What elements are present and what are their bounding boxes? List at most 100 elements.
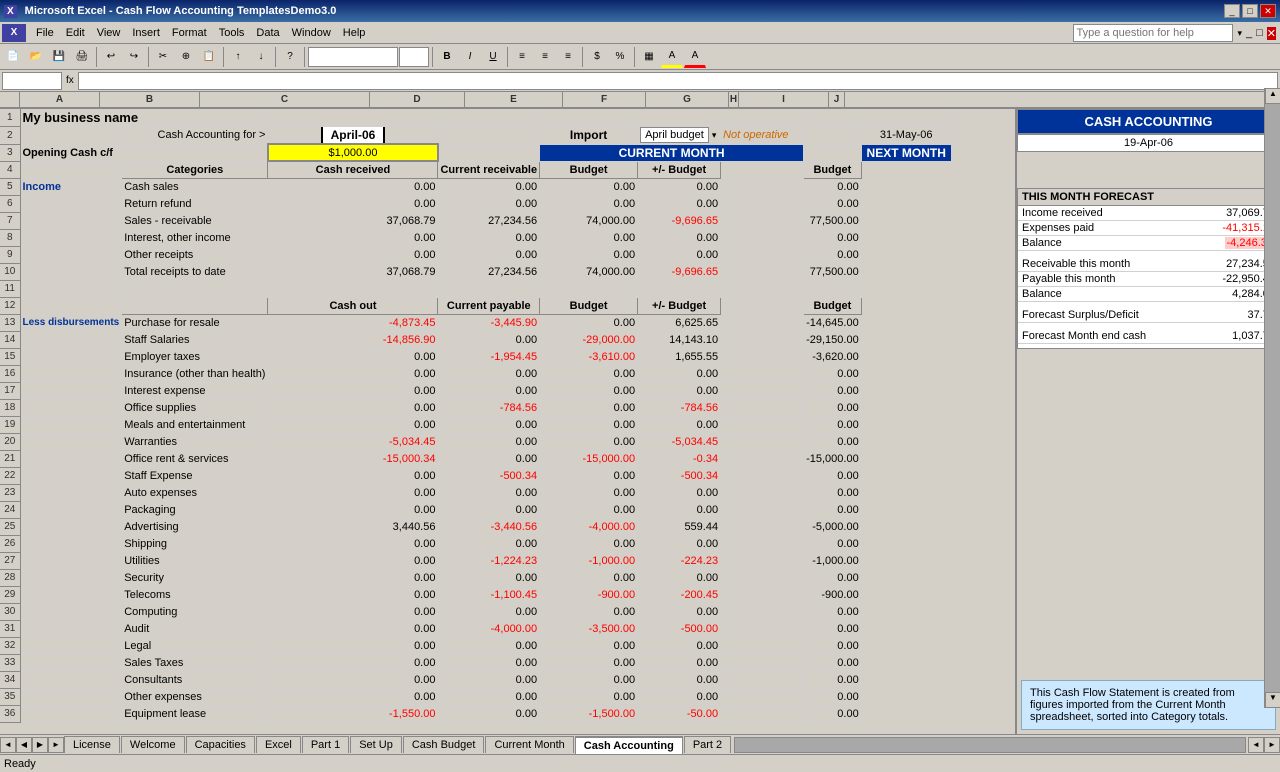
copy-btn[interactable]: ⊕ bbox=[175, 46, 197, 68]
income-label: Income bbox=[20, 178, 122, 195]
underline-btn[interactable]: U bbox=[482, 46, 504, 68]
app-min[interactable]: _ bbox=[1246, 27, 1252, 39]
opening-cash-label: Opening Cash c/f bbox=[20, 144, 268, 161]
opening-cash-value[interactable]: $1,000.00 bbox=[268, 144, 438, 161]
tab-license[interactable]: License bbox=[64, 736, 120, 753]
tab-scroll-right[interactable]: ► bbox=[48, 737, 64, 753]
align-left[interactable]: ≡ bbox=[511, 46, 533, 68]
window-title: Microsoft Excel - Cash Flow Accounting T… bbox=[25, 5, 337, 17]
row-1: 1 bbox=[0, 109, 20, 127]
help-btn[interactable]: ? bbox=[279, 46, 301, 68]
menu-window[interactable]: Window bbox=[286, 25, 337, 41]
col-d[interactable]: D bbox=[370, 92, 465, 107]
next-month-title: NEXT MONTH bbox=[861, 144, 951, 161]
app-close[interactable]: ✕ bbox=[1267, 27, 1276, 40]
percent-btn[interactable]: % bbox=[609, 46, 631, 68]
forecast-label-recv: Receivable this month bbox=[1022, 258, 1130, 270]
scroll-down-btn[interactable]: ▼ bbox=[1265, 692, 1280, 708]
close-button[interactable]: ✕ bbox=[1260, 4, 1276, 18]
font-size-selector[interactable]: 10 bbox=[399, 47, 429, 67]
app-icon: X bbox=[2, 24, 26, 42]
col-cash-received: Cash received bbox=[268, 161, 438, 178]
forecast-label-surplus: Forecast Surplus/Deficit bbox=[1022, 309, 1139, 321]
scroll-track-v[interactable] bbox=[1265, 109, 1280, 692]
col-next-budget: Budget bbox=[804, 161, 862, 178]
tab-currentmonth[interactable]: Current Month bbox=[485, 736, 573, 753]
h-scroll-track[interactable] bbox=[734, 737, 1246, 753]
cash-accounting-date: 19-Apr-06 bbox=[1017, 134, 1280, 152]
tab-part1[interactable]: Part 1 bbox=[302, 736, 349, 753]
row-4: 4 bbox=[0, 161, 20, 178]
h-scroll-left[interactable]: ◄ bbox=[1248, 737, 1264, 753]
font-color-btn[interactable]: A bbox=[684, 46, 706, 68]
cut-btn[interactable]: ✂ bbox=[152, 46, 174, 68]
new-btn[interactable]: 📄 bbox=[2, 46, 24, 68]
tab-cashbudget[interactable]: Cash Budget bbox=[403, 736, 485, 753]
import-arrow[interactable]: ▾ bbox=[712, 130, 717, 140]
italic-btn[interactable]: I bbox=[459, 46, 481, 68]
save-btn[interactable]: 💾 bbox=[48, 46, 70, 68]
col-a[interactable]: A bbox=[20, 92, 100, 107]
col-c[interactable]: C bbox=[200, 92, 370, 107]
tab-setup[interactable]: Set Up bbox=[350, 736, 402, 753]
disb-label: Less disbursements bbox=[20, 314, 122, 331]
col-b[interactable]: B bbox=[100, 92, 200, 107]
tab-cashaccounting[interactable]: Cash Accounting bbox=[575, 736, 683, 754]
align-right[interactable]: ≡ bbox=[557, 46, 579, 68]
col-categories: Categories bbox=[122, 161, 268, 178]
forecast-row-2: Expenses paid -41,315.14 bbox=[1018, 221, 1279, 236]
tab-scroll-right2[interactable]: ▶ bbox=[32, 737, 48, 753]
menu-bar: X File Edit View Insert Format Tools Dat… bbox=[0, 22, 1280, 44]
h-scroll-right[interactable]: ► bbox=[1264, 737, 1280, 753]
menu-edit[interactable]: Edit bbox=[60, 25, 91, 41]
help-input[interactable] bbox=[1073, 24, 1233, 42]
print-btn[interactable]: 🖨 bbox=[71, 46, 93, 68]
open-btn[interactable]: 📂 bbox=[25, 46, 47, 68]
undo-btn[interactable]: ↩ bbox=[100, 46, 122, 68]
status-bar: Ready bbox=[0, 754, 1280, 772]
status-text: Ready bbox=[4, 758, 36, 770]
help-arrow[interactable]: ▾ bbox=[1237, 28, 1242, 39]
month-value[interactable]: April-06 bbox=[321, 127, 386, 145]
business-name[interactable]: My business name bbox=[20, 109, 268, 127]
redo-btn[interactable]: ↪ bbox=[123, 46, 145, 68]
tab-scroll-left2[interactable]: ◀ bbox=[16, 737, 32, 753]
fill-color-btn[interactable]: A bbox=[661, 46, 683, 68]
menu-file[interactable]: File bbox=[30, 25, 60, 41]
menu-insert[interactable]: Insert bbox=[126, 25, 166, 41]
col-curr-receivable: Current receivable bbox=[438, 161, 540, 178]
col-g[interactable]: G bbox=[646, 92, 729, 107]
borders-btn[interactable]: ▦ bbox=[638, 46, 660, 68]
forecast-row-3: Balance -4,246.35 bbox=[1018, 236, 1279, 251]
menu-tools[interactable]: Tools bbox=[213, 25, 251, 41]
sort-desc[interactable]: ↓ bbox=[250, 46, 272, 68]
tab-excel[interactable]: Excel bbox=[256, 736, 301, 753]
currency-btn[interactable]: $ bbox=[586, 46, 608, 68]
menu-data[interactable]: Data bbox=[250, 25, 285, 41]
menu-view[interactable]: View bbox=[91, 25, 127, 41]
paste-btn[interactable]: 📋 bbox=[198, 46, 220, 68]
tab-part2[interactable]: Part 2 bbox=[684, 736, 731, 753]
align-center[interactable]: ≡ bbox=[534, 46, 556, 68]
bold-btn[interactable]: B bbox=[436, 46, 458, 68]
sort-asc[interactable]: ↑ bbox=[227, 46, 249, 68]
col-e[interactable]: E bbox=[465, 92, 563, 107]
col-i[interactable]: I bbox=[739, 92, 829, 107]
col-f[interactable]: F bbox=[563, 92, 646, 107]
row-3: 3 bbox=[0, 144, 20, 161]
tab-welcome[interactable]: Welcome bbox=[121, 736, 185, 753]
menu-help[interactable]: Help bbox=[337, 25, 372, 41]
function-btn[interactable]: fx bbox=[64, 75, 76, 86]
app-max[interactable]: □ bbox=[1256, 27, 1263, 39]
import-dropdown[interactable]: April budget bbox=[640, 127, 709, 143]
col-h[interactable]: H bbox=[729, 92, 739, 107]
tab-capacities[interactable]: Capacities bbox=[186, 736, 255, 753]
tab-scroll-left[interactable]: ◄ bbox=[0, 737, 16, 753]
col-j[interactable]: J bbox=[829, 92, 845, 107]
menu-format[interactable]: Format bbox=[166, 25, 213, 41]
cell-reference[interactable]: Q10 bbox=[2, 72, 62, 90]
maximize-button[interactable]: □ bbox=[1242, 4, 1258, 18]
font-selector[interactable]: Arial bbox=[308, 47, 398, 67]
formula-input[interactable] bbox=[78, 72, 1278, 90]
minimize-button[interactable]: _ bbox=[1224, 4, 1240, 18]
